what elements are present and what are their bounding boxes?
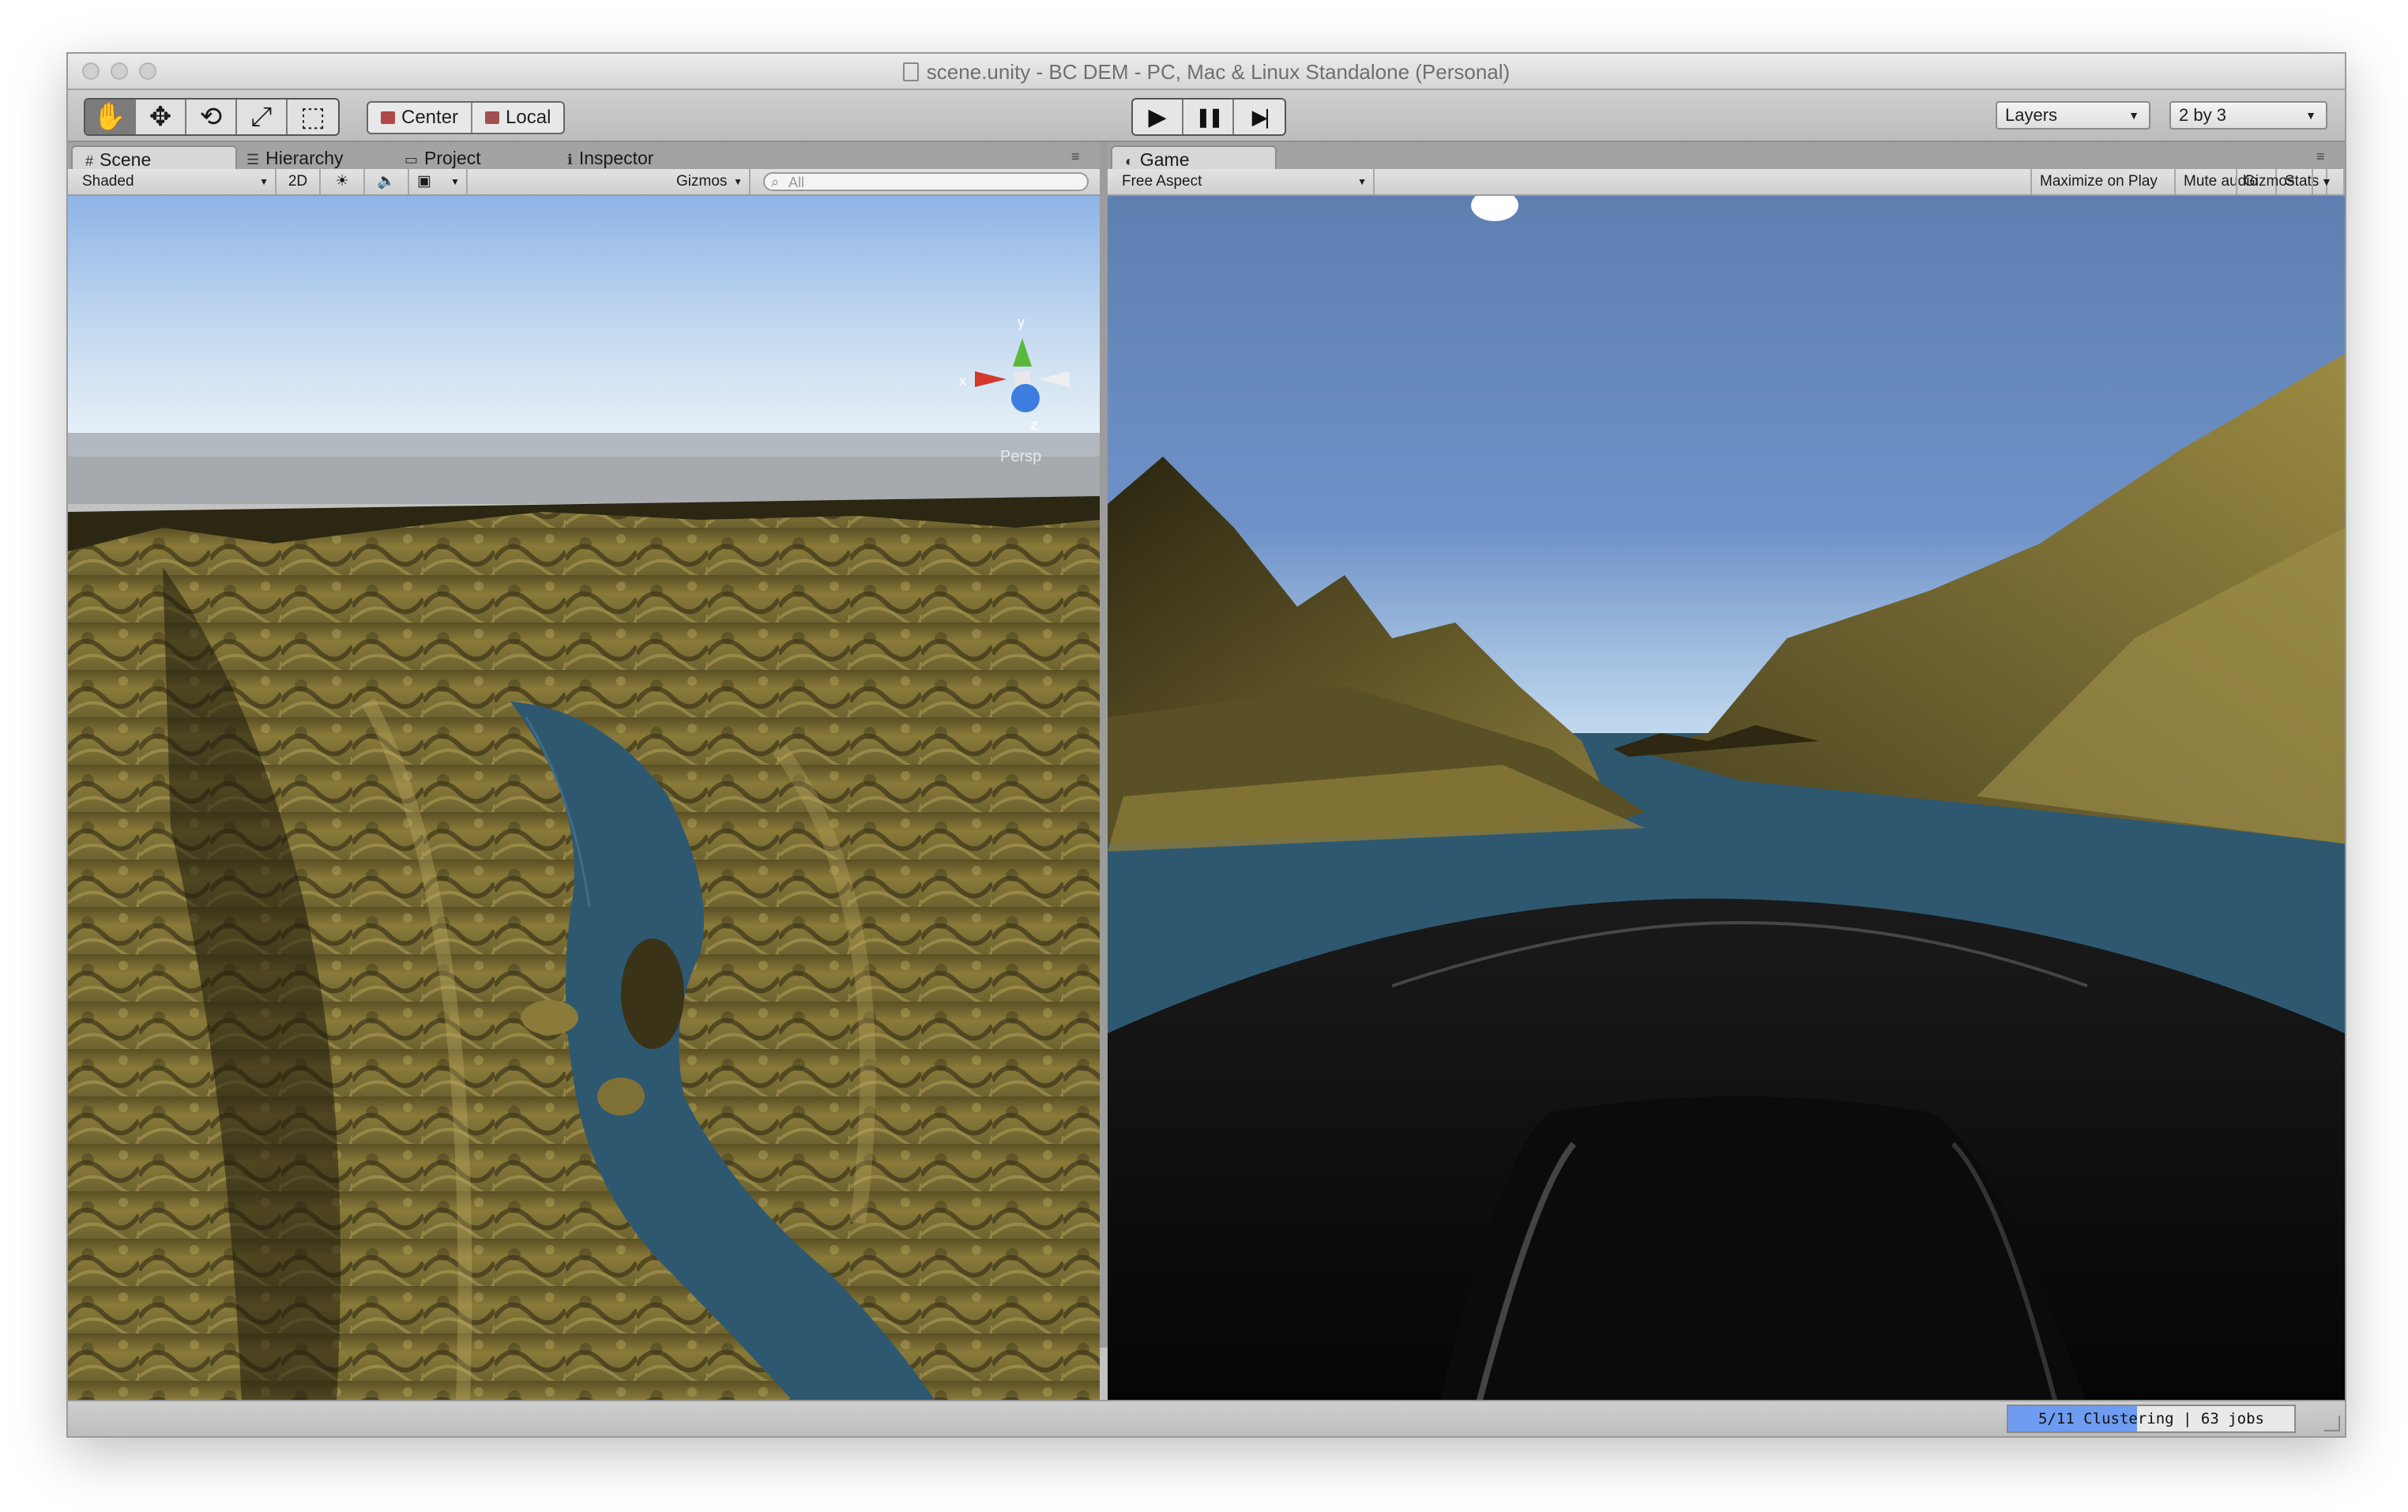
tab-scene-label: Scene [100,149,152,170]
unity-editor-window: scene.unity - BC DEM - PC, Mac & Linux S… [66,52,2346,1438]
title-bar: scene.unity - BC DEM - PC, Mac & Linux S… [68,54,2345,90]
panel-splitter[interactable] [1100,142,1108,1348]
gizmo-axis-z: z [1030,417,1037,433]
2d-toggle[interactable]: 2D [277,169,321,194]
move-tool-button[interactable]: ✥ [136,100,186,134]
maximize-on-play-label: Maximize on Play [2040,173,2158,190]
rotate-icon: ⟲ [199,102,223,132]
chevron-down-icon: ▼ [259,176,269,187]
scale-icon: ⤢ [250,101,273,132]
step-button[interactable]: ▶| [1234,100,1285,134]
effects-dropdown[interactable]: ▣ ▼ [409,169,468,194]
tab-inspector[interactable]: ℹ Inspector [555,145,741,169]
scene-panel-tabs: # Scene ☰ Hierarchy ▭ Project ℹ Inspector ≡ [68,142,1100,171]
search-icon: ⌕ [771,174,780,190]
gizmo-axis-x: x [959,373,966,389]
gizmo-axis-y: y [1018,314,1025,330]
unity-document-icon [902,62,919,81]
game-gizmos-dropdown[interactable]: Gizmos [2236,169,2312,194]
game-gizmos-label: Gizmos [2244,173,2295,190]
pivot-center-label: Center [401,107,459,128]
cube-icon [485,111,500,124]
game-gizmos-caret[interactable]: ▼ [2312,169,2345,194]
playback-group: ▶ ❚❚ ▶| [1131,98,1286,136]
pivot-icon [381,111,395,124]
hand-tool-button[interactable]: ✋ [85,100,136,134]
tab-game[interactable]: ◐ Game [1111,145,1277,171]
pivot-center-button[interactable]: Center [368,103,473,133]
tab-scene[interactable]: # Scene [71,145,237,171]
progress-bar: 5/11 Clustering | 63 jobs [2007,1405,2296,1433]
scene-gizmos-dropdown[interactable]: Gizmos ▼ [668,169,751,194]
game-viewport[interactable] [1108,196,2345,1403]
lighting-toggle[interactable]: ☀ [321,169,365,194]
game-panel-tabs: ◐ Game ≡ [1108,142,2345,171]
layout-label: 2 by 3 [2179,105,2226,125]
tab-game-label: Game [1139,149,1190,170]
sun-icon: ☀ [335,173,349,190]
shading-mode-dropdown[interactable]: Shaded ▼ [74,169,277,194]
pivot-local-label: Local [506,107,551,128]
shading-mode-label: Shaded [82,173,134,190]
progress-text: 5/11 Clustering | 63 jobs [2038,1410,2264,1427]
chevron-down-icon: ▼ [2321,175,2332,188]
chevron-down-icon: ▼ [450,176,460,187]
rect-tool-button[interactable]: ⬚ [288,100,338,134]
aspect-dropdown[interactable]: Free Aspect ▼ [1114,169,1375,194]
chevron-down-icon: ▼ [2305,109,2316,122]
play-button[interactable]: ▶ [1133,100,1183,134]
scene-gizmos-label: Gizmos [676,173,728,190]
rotate-tool-button[interactable]: ⟲ [186,100,237,134]
layers-dropdown[interactable]: Layers ▼ [1996,101,2150,130]
move-icon: ✥ [149,102,172,132]
scene-toolbar: Shaded ▼ 2D ☀ 🔈 ▣ ▼ Gizmos ▼ ⌕ All [68,169,1100,196]
play-icon: ▶ [1148,103,1167,130]
chevron-down-icon: ▼ [1357,176,1367,187]
scene-viewport[interactable]: y x z Persp [68,196,1100,1403]
resize-grip-icon[interactable] [2324,1416,2340,1431]
2d-toggle-label: 2D [288,173,308,190]
tab-hierarchy-label: Hierarchy [265,148,344,168]
chevron-down-icon: ▼ [2128,109,2139,122]
main-toolbar: ✋ ✥ ⟲ ⤢ ⬚ Center Local ▶ ❚❚ ▶| Layers ▼ 2… [68,90,2345,142]
panel-menu-icon[interactable]: ≡ [1071,149,1080,165]
game-toolbar: Free Aspect ▼ Maximize on Play Mute audio… [1108,169,2345,196]
chevron-down-icon: ▼ [733,176,743,187]
tab-inspector-label: Inspector [578,148,654,168]
tab-project[interactable]: ▭ Project [392,145,562,169]
layout-dropdown[interactable]: 2 by 3 ▼ [2169,101,2327,130]
transform-tool-group: ✋ ✥ ⟲ ⤢ ⬚ [84,98,340,136]
scene-search-input[interactable]: ⌕ All [763,172,1089,191]
pause-button[interactable]: ❚❚ [1183,100,1234,134]
layers-label: Layers [2005,105,2058,125]
maximize-on-play-toggle[interactable]: Maximize on Play [2030,169,2176,194]
hand-icon: ✋ [92,102,127,132]
window-title: scene.unity - BC DEM - PC, Mac & Linux S… [68,60,2345,85]
panel-menu-icon[interactable]: ≡ [2316,149,2325,165]
scene-render: y x z Persp [68,196,1100,1403]
pivot-group: Center Local [367,101,566,134]
pause-icon: ❚❚ [1195,106,1224,128]
window-title-text: scene.unity - BC DEM - PC, Mac & Linux S… [926,60,1511,84]
scale-tool-button[interactable]: ⤢ [237,100,288,134]
pivot-local-button[interactable]: Local [472,103,563,133]
rect-icon: ⬚ [299,102,326,132]
image-icon: ▣ [417,173,431,190]
persp-label[interactable]: Persp [1000,448,1041,465]
step-icon: ▶| [1251,104,1270,129]
aspect-label: Free Aspect [1122,173,1202,190]
status-bar: 5/11 Clustering | 63 jobs [68,1400,2345,1436]
audio-toggle[interactable]: 🔈 [365,169,409,194]
speaker-icon: 🔈 [377,173,396,190]
search-placeholder: All [788,175,805,190]
tab-project-label: Project [424,148,481,168]
game-render [1108,196,2345,1403]
